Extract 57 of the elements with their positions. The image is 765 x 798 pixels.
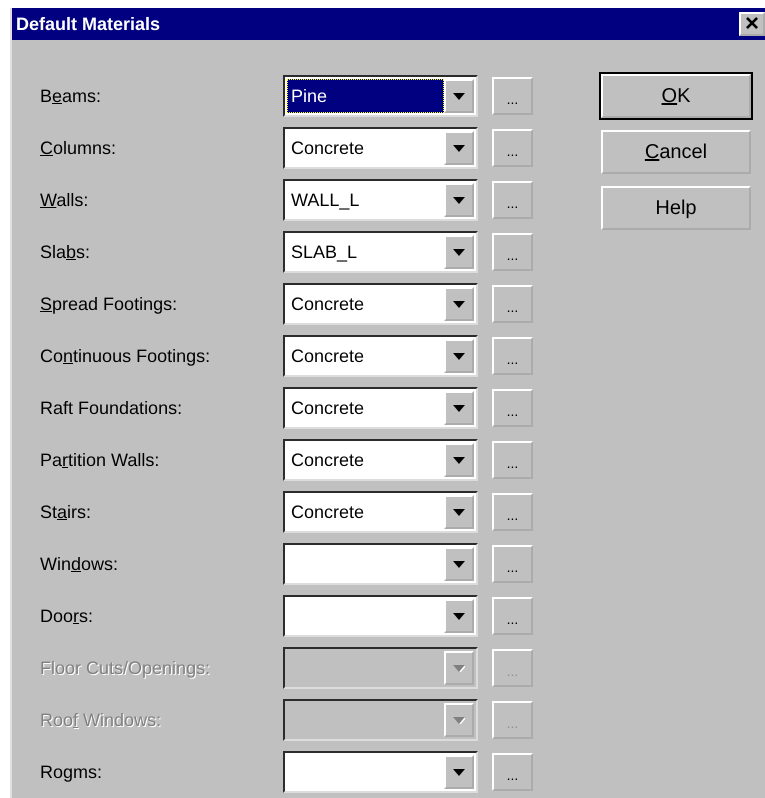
material-dropdown[interactable]: Pine [283,75,478,117]
browse-button[interactable]: ... [492,597,533,635]
material-dropdown[interactable]: Concrete [283,127,478,169]
material-dropdown[interactable]: Concrete [283,491,478,533]
browse-button[interactable]: ... [492,389,533,427]
field-label: Raft Foundations: [40,396,184,420]
browse-button[interactable]: ... [492,129,533,167]
field-label: Windows: [40,552,120,576]
material-dropdown[interactable]: Concrete [283,283,478,325]
browse-button[interactable]: ... [492,285,533,323]
field-label: Doors: [40,604,94,628]
field-label: Beams: [40,84,102,108]
dropdown-arrow-icon [453,248,465,256]
field-label: Slabs: [40,240,92,264]
browse-button[interactable]: ... [492,493,533,531]
dropdown-arrow-icon [453,716,465,724]
dropdown-arrow-icon [453,92,465,100]
material-dropdown[interactable]: Concrete [283,387,478,429]
dialog-button[interactable]: OK [601,74,751,118]
browse-button[interactable]: ... [492,337,533,375]
browse-button[interactable]: ... [492,753,533,791]
browse-button[interactable]: ... [492,77,533,115]
close-button[interactable]: × [739,12,765,36]
dropdown-arrow-icon [453,508,465,516]
material-dropdown[interactable] [283,543,478,585]
field-label: Spread Footings: [40,292,178,316]
browse-button[interactable]: ... [492,233,533,271]
dropdown-arrow-icon [453,352,465,360]
field-label: Roof Windows: [40,708,162,732]
dropdown-arrow-icon [453,768,465,776]
browse-button[interactable]: ... [492,545,533,583]
field-label: Rogms: [40,760,104,784]
dropdown-arrow-icon [453,144,465,152]
field-label: Floor Cuts/Openings: [40,656,212,680]
material-dropdown[interactable]: Concrete [283,335,478,377]
field-label: Walls: [40,188,90,212]
field-label: Columns: [40,136,118,160]
field-label: Partition Walls: [40,448,160,472]
material-dropdown[interactable]: WALL_L [283,179,478,221]
dialog-button[interactable]: Cancel [601,130,751,174]
material-dropdown[interactable] [283,595,478,637]
material-dropdown[interactable] [283,751,478,793]
dialog-button[interactable]: Help [601,186,751,230]
dropdown-arrow-icon [453,456,465,464]
material-dropdown[interactable]: SLAB_L [283,231,478,273]
dropdown-arrow-icon [453,612,465,620]
browse-button[interactable]: ... [492,441,533,479]
window-title: Default Materials [16,12,160,36]
browse-button[interactable]: ... [492,181,533,219]
field-label: Continuous Footings: [40,344,212,368]
material-dropdown[interactable]: Concrete [283,439,478,481]
dropdown-arrow-icon [453,560,465,568]
field-label: Stairs: [40,500,92,524]
dropdown-arrow-icon [453,404,465,412]
dropdown-arrow-icon [453,664,465,672]
dropdown-arrow-icon [453,196,465,204]
dropdown-arrow-icon [453,300,465,308]
